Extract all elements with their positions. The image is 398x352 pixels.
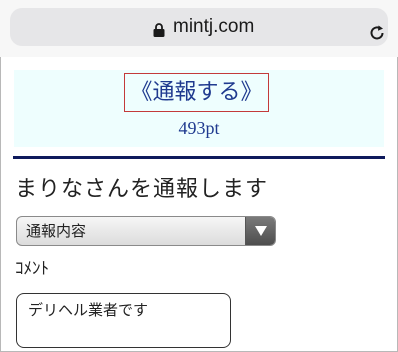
points-value: 493pt bbox=[178, 118, 220, 138]
report-button[interactable]: 《通報する》 bbox=[124, 73, 269, 112]
report-reason-select[interactable]: 通報内容 bbox=[16, 216, 276, 246]
chevron-down-icon bbox=[245, 217, 275, 245]
comment-label: ｺﾒﾝﾄ bbox=[15, 259, 49, 279]
address-bar[interactable]: mintj.com bbox=[10, 8, 388, 46]
comment-text: デリヘル業者です bbox=[28, 301, 149, 319]
comment-textarea[interactable]: デリヘル業者です bbox=[16, 293, 231, 348]
lock-icon bbox=[153, 23, 165, 37]
url-text: mintj.com bbox=[173, 16, 255, 37]
reload-icon[interactable] bbox=[368, 24, 386, 42]
browser-toolbar: mintj.com bbox=[0, 0, 398, 57]
select-value: 通報内容 bbox=[26, 222, 87, 240]
divider bbox=[13, 156, 385, 159]
page-heading: まりなさんを通報します bbox=[15, 177, 269, 202]
